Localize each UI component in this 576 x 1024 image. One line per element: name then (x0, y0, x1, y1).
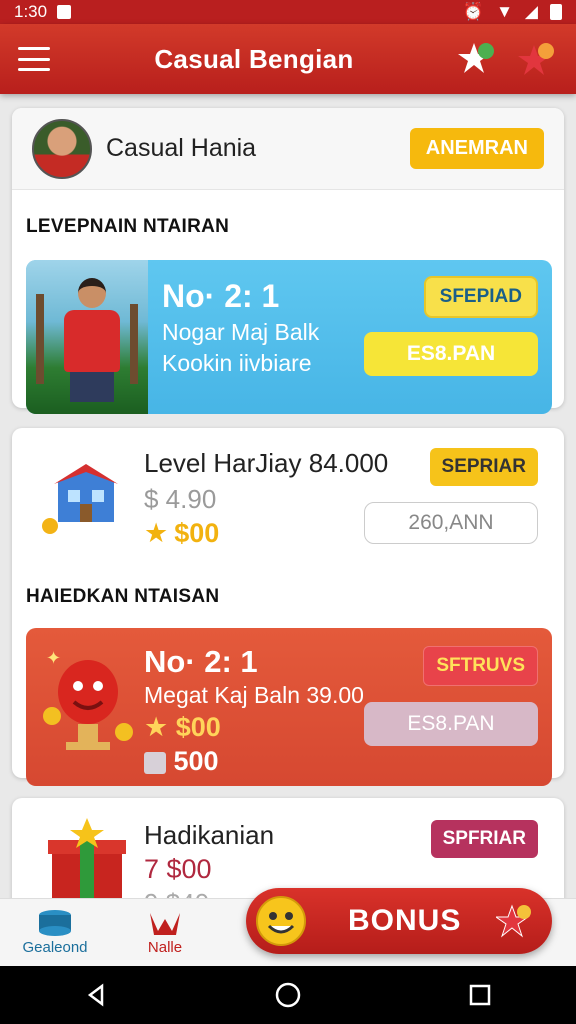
level-old-price: $ 4.90 (144, 484, 217, 514)
promo-red-button[interactable]: ES8.PAN (364, 702, 538, 746)
star-icon: ★ (144, 712, 169, 742)
gift-new-price: 7 $00 (144, 854, 212, 884)
promo-blue-button[interactable]: ES8.PAN (364, 332, 538, 376)
level-tag[interactable]: SEPRIAR (429, 448, 538, 486)
home-icon[interactable] (258, 966, 318, 1024)
profile-name: Casual Hania (106, 134, 257, 162)
recents-icon[interactable] (450, 966, 510, 1024)
promo-blue-tag[interactable]: SFEPIAD (423, 276, 538, 318)
alarm-icon: ⏰ (462, 2, 485, 21)
status-time: 1:30 (14, 2, 48, 21)
tab-label-gealeond: Gealeond (22, 939, 88, 956)
star-badge-green-icon[interactable] (458, 39, 498, 79)
key-icon (144, 751, 166, 774)
level-action-button[interactable]: 260,ANN (364, 502, 538, 544)
promo-red-count: 500 (144, 746, 219, 777)
avatar[interactable] (32, 118, 92, 179)
bonus-label: BONUS (348, 904, 462, 937)
promo-red-line1: Megat Kaj Baln 39.00 (144, 682, 364, 708)
wifi-icon: ▼ (496, 2, 513, 21)
star-badge-orange-icon[interactable] (518, 39, 558, 79)
building-icon (42, 464, 118, 534)
app-bar: Casual Bengian (0, 24, 576, 94)
crown-icon (150, 913, 180, 935)
bonus-button[interactable]: BONUS (246, 888, 552, 954)
promo-photo (26, 260, 148, 414)
menu-icon[interactable] (18, 47, 50, 71)
gift-tag[interactable]: SPFRIAR (430, 820, 538, 858)
promo-red-title: No· 2: 1 (144, 644, 258, 679)
level-title: Level HarJiay 84.000 (144, 448, 389, 478)
notification-icon (57, 5, 72, 19)
smiley-icon (256, 896, 306, 946)
profile-action-button[interactable]: ANEMRAN (409, 128, 544, 169)
signal-icon: ◢ (524, 2, 538, 21)
app-title: Casual Bengian (154, 43, 354, 74)
gift-old-price: 9 $40 (144, 888, 209, 898)
promo-red-price: ★ $00 (144, 712, 221, 742)
promo-card-red[interactable]: ✦ No· 2: 1 Megat Kaj Baln 39.00 ★ $00 50… (26, 628, 552, 786)
star-badge-icon (496, 904, 531, 938)
lucky-vase-icon: ✦ (43, 648, 133, 750)
gift-box-icon (48, 818, 126, 898)
status-bar: 1:30 ⏰ ▼ ◢ (0, 0, 576, 24)
gift-title: Hadikanian (144, 820, 275, 850)
system-nav-bar (0, 966, 576, 1024)
battery-icon (550, 4, 562, 20)
promo-red-tag[interactable]: SFTRUVS (423, 646, 538, 686)
tab-label-nalle: Nalle (147, 939, 183, 956)
section-heading-2: HAIEDKAN NTAISAN (26, 586, 220, 607)
svg-text:✦: ✦ (46, 648, 61, 668)
star-icon: ★ (144, 518, 169, 548)
section-heading-1: LEVEPNAIN NTAIRAN (26, 216, 230, 237)
level-new-price: ★ $00 (144, 518, 220, 548)
list-item-level[interactable]: Level HarJiay 84.000 $ 4.90 ★ $00 SEPRIAR… (12, 428, 564, 548)
tab-gealeond[interactable]: Gealeond (0, 899, 110, 966)
profile-row: Casual Hania ANEMRAN (12, 108, 564, 190)
main-content: Casual Hania ANEMRAN LEVEPNAIN NTAIRAN N… (0, 94, 576, 898)
database-icon (39, 910, 71, 936)
tab-nalle[interactable]: Nalle (110, 899, 220, 966)
gift-panel: Hadikanian 7 $00 9 $40 SPFRIAR (12, 798, 564, 898)
back-icon[interactable] (66, 966, 126, 1024)
promo-card-blue[interactable]: No· 2: 1 Nogar Maj Balk Kookin iivbiare … (26, 260, 552, 414)
